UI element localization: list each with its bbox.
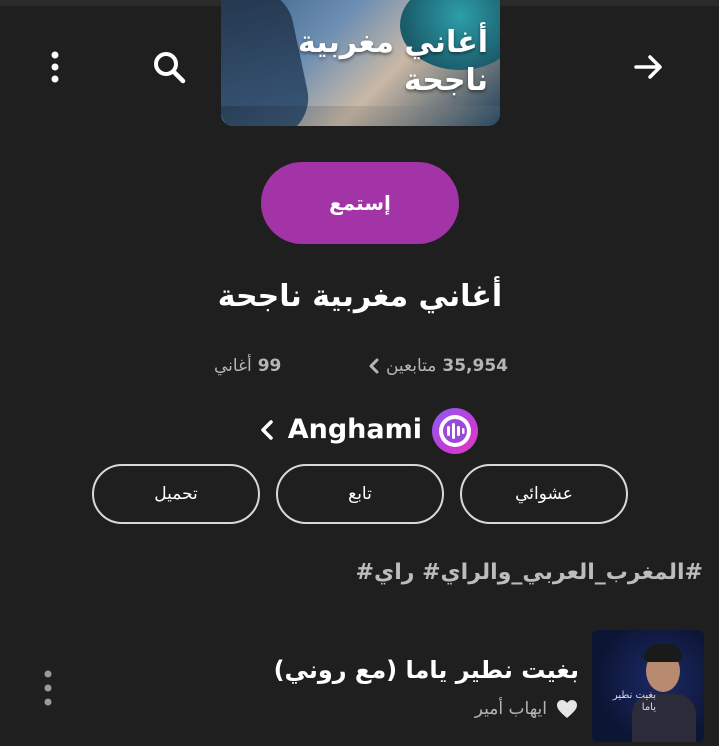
songs-count-info: 99 أغاني bbox=[214, 356, 281, 376]
anghami-logo-icon bbox=[432, 408, 478, 454]
more-vertical-icon bbox=[51, 51, 59, 83]
track-artwork: بغيت نطير ياما bbox=[592, 630, 704, 742]
track-artist-row: ايهاب أمير bbox=[475, 698, 579, 720]
track-title: بغيت نطير ياما (مع روني) bbox=[273, 656, 579, 684]
track-art-text: بغيت نطير ياما bbox=[612, 690, 656, 713]
follow-button[interactable]: تابع bbox=[276, 464, 444, 524]
back-button[interactable] bbox=[626, 44, 672, 90]
track-more-button[interactable] bbox=[36, 666, 60, 710]
followers-count: 35,954 bbox=[442, 356, 508, 376]
songs-count: 99 bbox=[257, 356, 282, 376]
playlist-stats: 35,954 متابعين 99 أغاني bbox=[200, 356, 520, 386]
playlist-owner[interactable]: Anghami bbox=[250, 406, 480, 456]
playlist-title: أغاني مغربية ناجحة bbox=[217, 279, 503, 314]
search-icon bbox=[154, 52, 186, 84]
chevron-left-icon bbox=[369, 358, 379, 374]
cover-title: أغاني مغربية ناجحة bbox=[298, 25, 488, 98]
followers-label: متابعين bbox=[385, 356, 437, 376]
playlist-hashtags[interactable]: #المغرب_العربي_والراي# راي# bbox=[23, 560, 703, 585]
playlist-cover: أغاني مغربية ناجحة bbox=[221, 0, 500, 126]
chevron-left-icon bbox=[261, 420, 273, 440]
heart-icon[interactable] bbox=[555, 698, 579, 720]
download-button[interactable]: تحميل bbox=[92, 464, 260, 524]
arrow-right-icon bbox=[634, 55, 662, 79]
listen-button[interactable]: إستمع bbox=[261, 162, 459, 244]
more-options-button[interactable] bbox=[40, 44, 70, 90]
search-button[interactable] bbox=[146, 44, 192, 90]
songs-label: أغاني bbox=[214, 356, 252, 376]
followers-link[interactable]: 35,954 متابعين bbox=[368, 356, 508, 376]
owner-name: Anghami bbox=[287, 414, 422, 445]
track-row[interactable]: بغيت نطير ياما بغيت نطير ياما (مع روني) … bbox=[0, 626, 719, 746]
track-artist: ايهاب أمير bbox=[474, 699, 547, 719]
more-vertical-icon bbox=[44, 670, 52, 706]
shuffle-button[interactable]: عشوائي bbox=[460, 464, 628, 524]
